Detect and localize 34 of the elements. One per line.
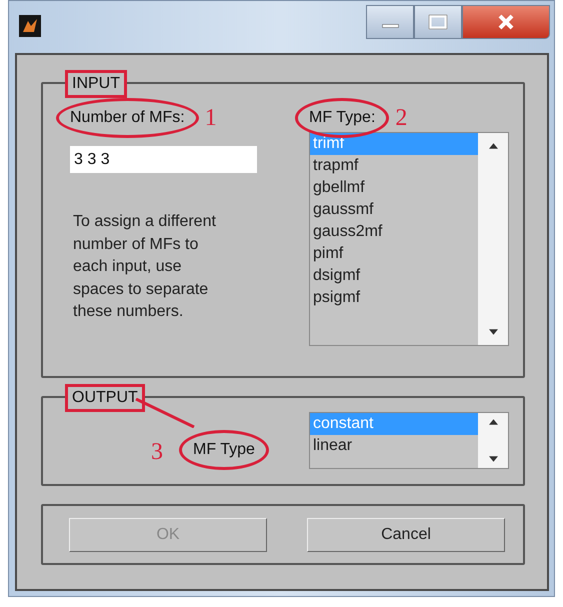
dialog-button[interactable]: Cancel (307, 518, 505, 552)
list-item[interactable]: gaussmf (310, 199, 478, 221)
list-box[interactable]: constant linear (309, 412, 509, 469)
close-icon (496, 12, 516, 32)
minimize-icon (382, 24, 398, 28)
scroll-bar[interactable] (478, 133, 508, 345)
list-box[interactable]: trimf trapmf gbellmf gaussmf gauss2mf pimf dsigmf psigmf (309, 132, 509, 346)
panel-title: OUTPUT (65, 384, 145, 412)
field-label: MF Type: (309, 109, 376, 126)
annotation-number: 3 (151, 438, 163, 466)
scroll-down-icon[interactable] (488, 456, 498, 462)
panel-title: INPUT (65, 70, 127, 98)
app-icon[interactable] (19, 15, 41, 37)
list-item[interactable]: gbellmf (310, 177, 478, 199)
list-item[interactable]: pimf (310, 243, 478, 265)
field-label: Number of MFs: (70, 109, 185, 126)
scroll-up-icon[interactable] (488, 143, 498, 149)
close-button[interactable] (462, 5, 550, 39)
scroll-bar[interactable] (478, 413, 508, 468)
help-text: To assign a different number of MFs to each input, use spaces to separate these numbers. (73, 212, 217, 322)
list-item[interactable]: gauss2mf (310, 221, 478, 243)
scroll-down-icon[interactable] (488, 329, 498, 335)
field-label: MF Type (193, 441, 255, 458)
list-item[interactable]: trapmf (310, 155, 478, 177)
number-field[interactable]: 3 3 3 (70, 146, 257, 173)
annotation-number: 2 (395, 104, 408, 132)
maximize-button[interactable] (414, 5, 462, 39)
list-item[interactable]: psigmf (310, 287, 478, 309)
scroll-up-icon[interactable] (488, 419, 498, 425)
minimize-button[interactable] (366, 5, 414, 39)
maximize-icon (428, 14, 448, 30)
list-item[interactable]: dsigmf (310, 265, 478, 287)
annotation-number: 1 (204, 104, 217, 132)
list-item[interactable]: linear (310, 435, 478, 457)
